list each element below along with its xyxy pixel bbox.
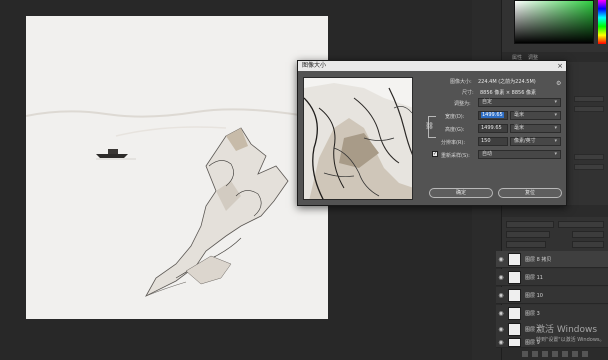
image-size-value: 224.4M (之前为224.5M) [478,79,536,85]
height-input[interactable]: 1499.65 [478,124,508,133]
adjustment-icon[interactable] [552,351,558,357]
preview-image [304,78,412,199]
layer-name: 图层 8 拷贝 [525,256,552,263]
height-unit-select[interactable]: 毫米 ▾ [510,124,561,133]
hue-slider[interactable] [598,0,606,44]
ink-landscape-painting [26,16,328,319]
layer-name: 图层 11 [525,274,543,281]
resample-checkbox[interactable]: ✓ [432,151,438,157]
resolution-unit: 像素/英寸 [514,138,536,144]
resolution-unit-select[interactable]: 像素/英寸 ▾ [510,137,561,146]
image-size-label: 图像大小: [450,79,472,85]
activation-watermark: 激活 Windows 转到"设置"以激活 Windows。 [536,322,605,343]
dimensions-label: 尺寸: [462,90,474,96]
visibility-eye-icon[interactable]: ◉ [496,256,506,263]
chevron-down-icon: ▾ [554,125,557,131]
layer-filter[interactable] [506,221,554,228]
layers-toolbar [502,217,608,249]
panel-control[interactable] [574,164,604,170]
fit-to-label: 调整为: [454,101,471,107]
reset-button[interactable]: 复位 [498,188,562,198]
layer-filter-icons[interactable] [558,221,604,228]
chevron-down-icon: ▾ [554,112,557,118]
layer-name: 图层 10 [525,292,543,299]
resample-label: 重新采样(S): [441,153,470,159]
panel-control[interactable] [574,106,604,112]
link-layers-icon[interactable] [522,351,528,357]
layer-name: 图层 3 [525,310,540,317]
layer-row[interactable]: ◉ 图层 8 拷贝 [496,251,608,268]
panel-control[interactable] [574,96,604,102]
fill-field[interactable] [572,241,604,248]
resolution-input[interactable]: 150 [478,137,508,146]
layer-thumbnail [508,322,521,336]
watermark-subtitle: 转到"设置"以激活 Windows。 [536,337,605,343]
width-label: 宽度(D): [445,114,465,120]
layer-thumbnail [508,337,521,347]
dimensions-value: 8856 像素 × 8856 像素 [480,90,536,96]
chevron-down-icon: ▾ [554,138,557,144]
height-label: 高度(G): [445,127,465,133]
chevron-down-icon: ▾ [554,151,557,157]
gear-icon[interactable]: ⚙ [556,80,561,87]
trash-icon[interactable] [582,351,588,357]
width-unit: 毫米 [514,112,525,118]
resample-select[interactable]: 自动 ▾ [478,150,561,159]
image-size-dialog: 图像大小 × 图像大小: 224.4M (之前为224.5M) ⚙ 尺寸: 88… [297,60,567,206]
resolution-value: 150 [481,138,491,144]
layer-row[interactable]: ◉ 图层 10 [496,287,608,304]
height-unit: 毫米 [514,125,525,131]
visibility-eye-icon[interactable]: ◉ [496,274,506,281]
visibility-eye-icon[interactable]: ◉ [496,326,506,333]
layers-panel-header [502,205,608,217]
folder-icon[interactable] [562,351,568,357]
height-value: 1499.65 [481,125,502,131]
document-canvas[interactable] [26,16,328,319]
fit-to-select[interactable]: 自定 ▾ [478,98,561,107]
visibility-eye-icon[interactable]: ◉ [496,339,506,346]
mask-icon[interactable] [542,351,548,357]
fx-icon[interactable] [532,351,538,357]
color-picker-field[interactable] [514,0,594,44]
width-value: 1499.65 [481,112,504,118]
resolution-label: 分辨率(R): [441,140,466,146]
blend-mode-select[interactable] [506,231,550,238]
layer-thumbnail [508,270,521,284]
layer-thumbnail [508,306,521,320]
ok-button[interactable]: 确定 [429,188,493,198]
layer-row[interactable]: ◉ 图层 3 [496,305,608,322]
chevron-down-icon: ▾ [554,99,557,105]
dialog-title: 图像大小 [302,62,327,69]
opacity-field[interactable] [572,231,604,238]
lock-icons[interactable] [506,241,546,248]
layers-footer [502,348,608,360]
layer-row[interactable]: ◉ 图层 11 [496,269,608,286]
visibility-eye-icon[interactable]: ◉ [496,310,506,317]
layer-thumbnail [508,252,521,266]
fit-to-value: 自定 [482,99,493,105]
close-icon[interactable]: × [557,61,563,71]
panel-control[interactable] [574,154,604,160]
watermark-title: 激活 Windows [536,325,598,335]
visibility-eye-icon[interactable]: ◉ [496,292,506,299]
resample-value: 自动 [482,151,493,157]
width-input[interactable]: 1499.65 [478,111,508,120]
link-icon[interactable]: ⛓ [425,122,434,130]
new-layer-icon[interactable] [572,351,578,357]
width-unit-select[interactable]: 毫米 ▾ [510,111,561,120]
image-preview[interactable] [303,77,413,200]
dialog-title-bar[interactable]: 图像大小 × [298,61,566,71]
layer-thumbnail [508,288,521,302]
